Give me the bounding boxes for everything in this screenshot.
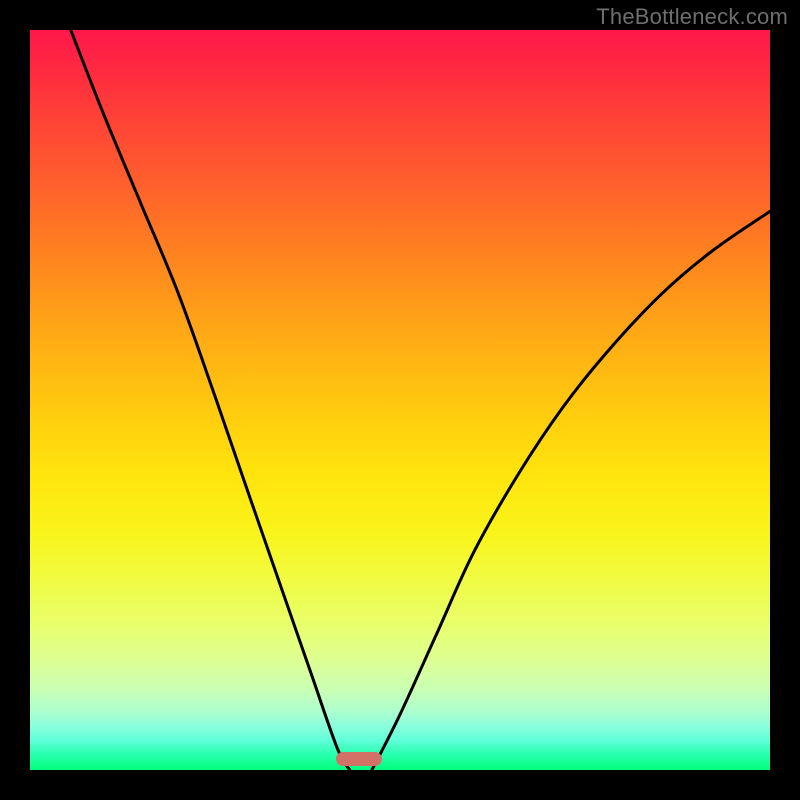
- bottleneck-curves: [30, 30, 770, 770]
- optimal-marker: [336, 752, 382, 766]
- right-curve: [372, 211, 770, 770]
- left-curve: [71, 30, 350, 770]
- chart-area: [30, 30, 770, 770]
- watermark-text: TheBottleneck.com: [596, 4, 788, 30]
